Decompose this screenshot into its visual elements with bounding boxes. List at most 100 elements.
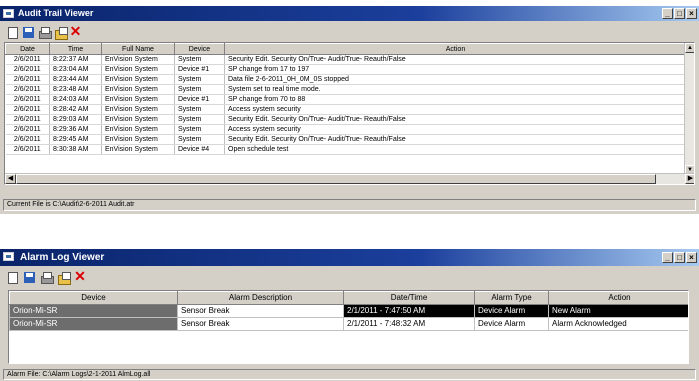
- open-folder-icon[interactable]: [55, 269, 71, 286]
- audit-status-bar: Current File is C:\Audit\2-6-2011 Audit.…: [3, 199, 696, 211]
- table-cell: System: [174, 124, 225, 135]
- table-cell: Security Edit. Security On/True- Audit/T…: [224, 114, 687, 125]
- scroll-up-icon[interactable]: ▲: [685, 43, 694, 53]
- scroll-thumb[interactable]: [16, 174, 656, 184]
- table-row[interactable]: 2/6/2011 8:23:04 AM EnVision System Device …: [5, 64, 687, 75]
- audit-table-body: 2/6/2011 8:22:37 AM EnVision System System S…: [5, 54, 687, 155]
- alarm-grid: Device Alarm Description Date/Time Alarm Ty…: [8, 290, 689, 364]
- table-cell: Access system security: [224, 104, 687, 115]
- table-cell: Orion-Mi-SR: [9, 304, 178, 318]
- maximize-button[interactable]: □: [674, 252, 685, 263]
- table-cell: EnVision System: [101, 84, 175, 95]
- table-cell: 8:24:03 AM: [49, 94, 102, 105]
- table-row[interactable]: 2/6/2011 8:23:44 AM EnVision System System D…: [5, 74, 687, 85]
- column-header[interactable]: Device: [9, 291, 178, 305]
- delete-icon[interactable]: ✕: [72, 269, 88, 286]
- table-cell: Device Alarm: [474, 304, 549, 318]
- column-header[interactable]: Action: [548, 291, 688, 305]
- alarm-titlebar[interactable]: Alarm Log Viewer _ □ ×: [0, 249, 699, 266]
- window-controls: _ □ ×: [662, 252, 697, 263]
- audit-table: Date Time Full Name Device Action 2/6/2011 8:…: [5, 43, 687, 155]
- column-header[interactable]: Date: [5, 43, 50, 55]
- table-cell: EnVision System: [101, 124, 175, 135]
- table-row[interactable]: 2/6/2011 8:30:38 AM EnVision System Device …: [5, 144, 687, 155]
- maximize-button[interactable]: □: [674, 8, 685, 19]
- column-header[interactable]: Full Name: [101, 43, 175, 55]
- table-cell: System: [174, 54, 225, 65]
- table-cell: EnVision System: [101, 94, 175, 105]
- table-cell: System set to real time mode.: [224, 84, 687, 95]
- alarm-table-body: Orion-Mi-SR Sensor Break 2/1/2011 - 7:47:5…: [9, 304, 688, 331]
- print-icon[interactable]: [38, 269, 54, 286]
- save-icon[interactable]: [21, 269, 37, 286]
- audit-horizontal-scrollbar[interactable]: ◀ ▶: [5, 173, 694, 184]
- table-cell: Orion-Mi-SR: [9, 317, 178, 331]
- table-cell: Sensor Break: [177, 317, 344, 331]
- table-cell: 2/1/2011 - 7:48:32 AM: [343, 317, 475, 331]
- table-cell: EnVision System: [101, 114, 175, 125]
- table-cell: Open schedule test: [224, 144, 687, 155]
- table-cell: SP change from 70 to 88: [224, 94, 687, 105]
- table-cell: System: [174, 104, 225, 115]
- table-cell: 8:23:44 AM: [49, 74, 102, 85]
- save-icon[interactable]: [20, 24, 35, 39]
- table-cell: 2/6/2011: [5, 54, 50, 65]
- minimize-button[interactable]: _: [662, 8, 673, 19]
- scroll-left-icon[interactable]: ◀: [5, 174, 16, 184]
- app-icon: [3, 252, 14, 261]
- table-row[interactable]: 2/6/2011 8:24:03 AM EnVision System Device …: [5, 94, 687, 105]
- table-cell: EnVision System: [101, 64, 175, 75]
- table-cell: 8:30:38 AM: [49, 144, 102, 155]
- minimize-button[interactable]: _: [662, 252, 673, 263]
- delete-icon[interactable]: ✕: [68, 24, 83, 39]
- table-cell: Data file 2-6-2011_0H_0M_0S stopped: [224, 74, 687, 85]
- table-cell: 2/6/2011: [5, 124, 50, 135]
- audit-grid: Date Time Full Name Device Action 2/6/2011 8:…: [4, 42, 695, 185]
- audit-window-title: Audit Trail Viewer: [18, 8, 94, 18]
- table-cell: EnVision System: [101, 144, 175, 155]
- table-row[interactable]: Orion-Mi-SR Sensor Break 2/1/2011 - 7:47:5…: [9, 304, 688, 318]
- close-button[interactable]: ×: [686, 8, 697, 19]
- table-row[interactable]: 2/6/2011 8:29:45 AM EnVision System System S…: [5, 134, 687, 145]
- scroll-right-icon[interactable]: ▶: [685, 174, 694, 184]
- column-header[interactable]: Device: [174, 43, 225, 55]
- table-cell: SP change from 17 to 197: [224, 64, 687, 75]
- table-cell: 2/6/2011: [5, 114, 50, 125]
- table-cell: Security Edit. Security On/True- Audit/T…: [224, 134, 687, 145]
- new-icon[interactable]: [4, 24, 19, 39]
- table-row[interactable]: 2/6/2011 8:29:03 AM EnVision System System S…: [5, 114, 687, 125]
- table-cell: 2/6/2011: [5, 74, 50, 85]
- print-icon[interactable]: [36, 24, 52, 39]
- table-cell: 8:23:04 AM: [49, 64, 102, 75]
- table-row[interactable]: 2/6/2011 8:22:37 AM EnVision System System S…: [5, 54, 687, 65]
- open-folder-icon[interactable]: [52, 24, 68, 40]
- table-cell: 2/6/2011: [5, 134, 50, 145]
- audit-header-row: Date Time Full Name Device Action: [5, 43, 687, 55]
- table-cell: 8:28:42 AM: [49, 104, 102, 115]
- table-cell: EnVision System: [101, 104, 175, 115]
- alarm-log-window: Alarm Log Viewer _ □ × ✕ Device Alarm Des…: [0, 249, 699, 381]
- close-button[interactable]: ×: [686, 252, 697, 263]
- new-icon[interactable]: [4, 269, 20, 286]
- table-row[interactable]: 2/6/2011 8:29:36 AM EnVision System System A…: [5, 124, 687, 135]
- table-cell: Access system security: [224, 124, 687, 135]
- table-cell: 8:23:48 AM: [49, 84, 102, 95]
- alarm-toolbar: ✕: [4, 269, 88, 287]
- alarm-status-bar: Alarm File: C:\Alarm Logs\2-1-2011 AlmLo…: [3, 369, 696, 380]
- table-cell: Device #4: [174, 144, 225, 155]
- table-cell: 8:29:45 AM: [49, 134, 102, 145]
- column-header[interactable]: Date/Time: [343, 291, 475, 305]
- alarm-window-title: Alarm Log Viewer: [20, 252, 105, 263]
- table-row[interactable]: Orion-Mi-SR Sensor Break 2/1/2011 - 7:48:3…: [9, 317, 688, 331]
- column-header[interactable]: Alarm Description: [177, 291, 344, 305]
- column-header[interactable]: Alarm Type: [474, 291, 549, 305]
- table-row[interactable]: 2/6/2011 8:23:48 AM EnVision System System S…: [5, 84, 687, 95]
- table-row[interactable]: 2/6/2011 8:28:42 AM EnVision System System A…: [5, 104, 687, 115]
- column-header[interactable]: Time: [49, 43, 102, 55]
- table-cell: Security Edit. Security On/True- Audit/T…: [224, 54, 687, 65]
- column-header[interactable]: Action: [224, 43, 687, 55]
- alarm-header-row: Device Alarm Description Date/Time Alarm Ty…: [9, 291, 688, 305]
- table-cell: 2/6/2011: [5, 64, 50, 75]
- audit-titlebar[interactable]: Audit Trail Viewer _ □ ×: [0, 6, 699, 21]
- audit-vertical-scrollbar[interactable]: ▲ ▼: [684, 43, 694, 175]
